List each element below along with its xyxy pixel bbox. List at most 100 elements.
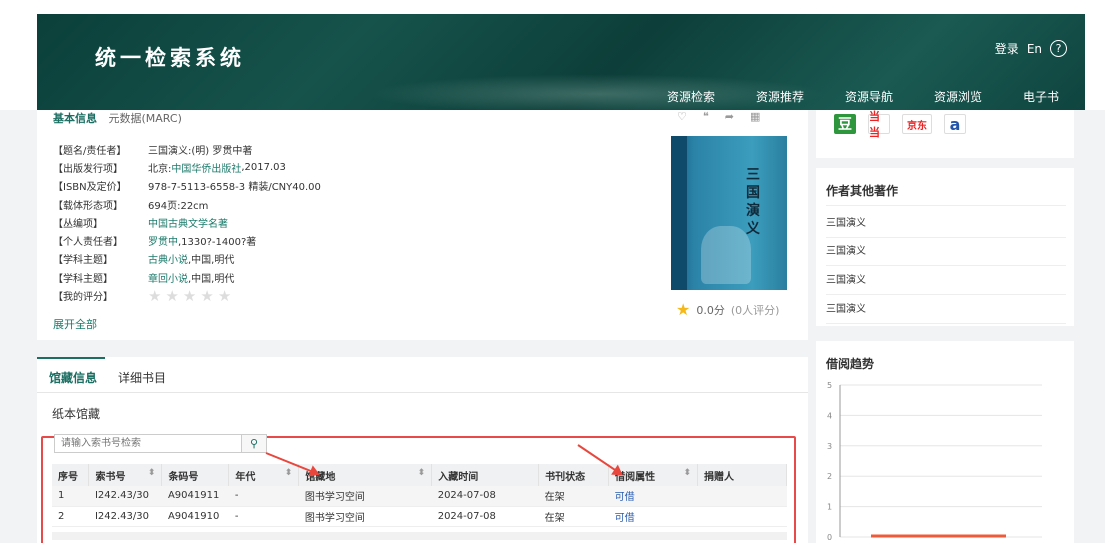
meta-value: 三国演义:(明) 罗贯中著 <box>148 145 253 157</box>
share-icon[interactable]: ➦ <box>725 110 734 123</box>
star-icon[interactable]: ★ <box>218 287 231 305</box>
nav-resource-navigation[interactable]: 资源导航 <box>845 88 934 105</box>
star-icon[interactable]: ★ <box>200 287 213 305</box>
nav-ebook[interactable]: 电子书 <box>1023 88 1059 105</box>
col-header-label: 入藏时间 <box>438 471 479 483</box>
book-cover[interactable]: 三国演义 <box>671 136 787 290</box>
col-header: 书刊状态 <box>538 464 610 486</box>
cell-index: 2 <box>52 506 89 527</box>
rating-score: 0.0分 <box>696 303 725 317</box>
cell-call-number: I242.43/30 <box>88 506 162 527</box>
nav-resource-search[interactable]: 资源检索 <box>667 88 756 105</box>
dangdang-icon[interactable]: 当当 <box>868 110 890 139</box>
cell-location: 图书学习空间 <box>298 486 432 507</box>
info-tabs: 基本信息 元数据(MARC) <box>53 110 182 126</box>
holdings-card: 馆藏信息 详细书目 纸本馆藏 ⚲ 序号 索书号⬍ 条码号 年代⬍ 馆藏地⬍ 入藏… <box>37 357 808 543</box>
tab-holdings[interactable]: 馆藏信息 <box>49 369 97 386</box>
site-title[interactable]: 统一检索系统 <box>95 42 245 72</box>
table-header-row: 序号 索书号 ⬍ 条码号 年代 ⬍ 馆藏地 ⬍ 入藏时间 书刊状态 借阅属性 ⬍ 捐赠人 <box>52 464 787 486</box>
star-icon[interactable]: ★ <box>148 287 161 305</box>
rating-stars[interactable]: ★ ★ ★ ★ ★ <box>148 287 231 305</box>
meta-key: 【出版发行项】 <box>53 163 123 175</box>
col-header-label: 条码号 <box>168 471 199 483</box>
holdings-tabs: 馆藏信息 详细书目 <box>37 357 808 393</box>
sort-icon[interactable]: ⬍ <box>285 468 293 478</box>
site-header: 统一检索系统 登录 En ? 资源检索 资源推荐 资源导航 资源浏览 电子书 <box>37 14 1085 110</box>
meta-key: 【学科主题】 <box>53 273 113 285</box>
cell-call-number: I242.43/30 <box>88 486 162 507</box>
cell-location: 图书学习空间 <box>298 506 432 527</box>
rating-summary: ★ 0.0分 (0人评分) <box>676 300 779 319</box>
sort-icon[interactable]: ⬍ <box>148 468 156 478</box>
tab-basic-info[interactable]: 基本信息 <box>53 112 97 125</box>
cell-date: 2024-07-08 <box>431 506 539 527</box>
expand-all-link[interactable]: 展开全部 <box>53 316 97 332</box>
cell-index: 1 <box>52 486 89 507</box>
meta-key: 【个人责任者】 <box>53 237 123 249</box>
meta-value-suffix: ,中国,明代 <box>188 273 235 285</box>
buy-links-card: 豆 当当 京东 a <box>816 110 1074 158</box>
meta-value-suffix: ,中国,明代 <box>188 255 235 267</box>
cell-status: 在架 <box>538 506 609 527</box>
login-link[interactable]: 登录 <box>995 40 1019 57</box>
star-icon[interactable]: ★ <box>165 287 178 305</box>
star-icon[interactable]: ★ <box>183 287 196 305</box>
language-toggle[interactable]: En <box>1027 42 1042 56</box>
subject-link[interactable]: 古典小说 <box>148 251 188 266</box>
col-header-label: 捐赠人 <box>704 471 734 483</box>
amazon-icon[interactable]: a <box>944 114 966 134</box>
series-link[interactable]: 中国古典文学名著 <box>148 215 228 230</box>
sort-icon[interactable]: ⬍ <box>418 468 426 478</box>
sort-icon[interactable]: ⬍ <box>683 468 691 478</box>
meta-value: 694页:22cm <box>148 200 209 212</box>
meta-row-subject: 【学科主题】 古典小说 ,中国,明代 <box>53 250 321 268</box>
meta-row-physical: 【载体形态项】 694页:22cm <box>53 195 321 213</box>
cell-loan-type[interactable]: 可借 <box>608 486 698 507</box>
book-cover-illustration <box>701 226 751 284</box>
borrowing-trend-card: 借阅趋势 012345 <box>816 341 1074 543</box>
nav-resource-recommend[interactable]: 资源推荐 <box>756 88 845 105</box>
main-nav: 资源检索 资源推荐 资源导航 资源浏览 电子书 <box>667 88 1059 105</box>
cell-barcode: A9041911 <box>161 486 229 507</box>
horizontal-scrollbar[interactable] <box>52 532 787 540</box>
author-link[interactable]: 罗贯中 <box>148 233 178 248</box>
shop-links: 豆 当当 京东 a <box>834 110 966 139</box>
table-row: 2 I242.43/30 A9041910 - 图书学习空间 2024-07-0… <box>52 506 787 527</box>
tab-marc[interactable]: 元数据(MARC) <box>109 112 182 125</box>
other-work-link[interactable]: 三国演义 <box>826 263 1066 295</box>
other-works-title: 作者其他著作 <box>826 184 899 198</box>
holdings-table: 序号 索书号 ⬍ 条码号 年代 ⬍ 馆藏地 ⬍ 入藏时间 书刊状态 借阅属性 ⬍ 捐赠人… <box>52 464 787 527</box>
meta-row-title: 【题名/责任者】 三国演义:(明) 罗贯中著 <box>53 140 321 158</box>
col-header[interactable]: 年代 ⬍ <box>228 464 300 486</box>
meta-key: 【题名/责任者】 <box>53 145 127 157</box>
search-icon[interactable]: ⚲ <box>241 434 267 453</box>
metadata-list: 【题名/责任者】 三国演义:(明) 罗贯中著 【出版发行项】 北京: 中国华侨出… <box>53 140 321 305</box>
nav-resource-browse[interactable]: 资源浏览 <box>934 88 1023 105</box>
call-number-search-input[interactable] <box>54 434 267 453</box>
trend-chart: 0 1 2 3 4 5 <box>827 381 1042 542</box>
subject-link[interactable]: 章回小说 <box>148 270 188 285</box>
quote-icon[interactable]: ❝ <box>703 110 709 123</box>
col-header[interactable]: 索书号 ⬍ <box>88 464 163 486</box>
publisher-link[interactable]: 中国华侨出版社 <box>171 160 241 175</box>
col-header-label: 书刊状态 <box>545 471 586 483</box>
tab-detail-catalog[interactable]: 详细书目 <box>118 369 166 386</box>
other-work-link[interactable]: 三国演义 <box>826 234 1066 266</box>
cell-year: - <box>228 506 299 527</box>
question-circle-icon[interactable]: ? <box>1050 40 1067 57</box>
col-header: 条码号 <box>161 464 230 486</box>
douban-icon[interactable]: 豆 <box>834 114 856 134</box>
author-other-works-card: 作者其他著作 三国演义 三国演义 三国演义 三国演义 <box>816 168 1074 326</box>
cell-loan-type[interactable]: 可借 <box>608 506 698 527</box>
rating-count: (0人评分) <box>730 303 780 317</box>
qr-code-icon[interactable]: ▦ <box>750 110 760 123</box>
other-work-link[interactable]: 三国演义 <box>826 292 1066 324</box>
jd-icon[interactable]: 京东 <box>902 114 932 134</box>
col-header-label: 索书号 <box>95 471 126 483</box>
meta-value: 978-7-5113-6558-3 精装/CNY40.00 <box>148 182 321 194</box>
heart-icon[interactable]: ♡ <box>677 110 687 123</box>
y-tick-label: 3 <box>827 442 832 451</box>
meta-key: 【载体形态项】 <box>53 200 123 212</box>
table-row: 1 I242.43/30 A9041911 - 图书学习空间 2024-07-0… <box>52 486 787 507</box>
meta-row-publisher: 【出版发行项】 北京: 中国华侨出版社 ,2017.03 <box>53 158 321 176</box>
